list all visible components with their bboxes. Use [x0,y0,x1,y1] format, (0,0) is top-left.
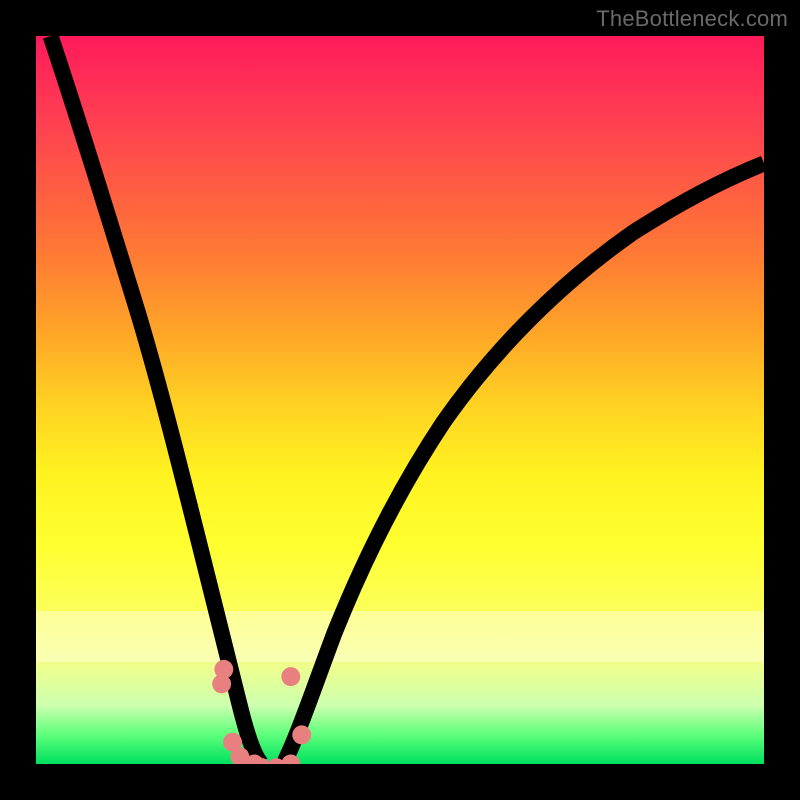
marker-right-upper [281,667,300,686]
marker-left-upper-2 [214,660,233,679]
plot-area [36,36,764,764]
curve-layer [36,36,764,764]
attribution-label: TheBottleneck.com [596,6,788,32]
chart-frame: TheBottleneck.com [0,0,800,800]
right-curve [284,163,764,764]
left-curve [51,36,262,764]
marker-right-cluster [292,725,311,744]
